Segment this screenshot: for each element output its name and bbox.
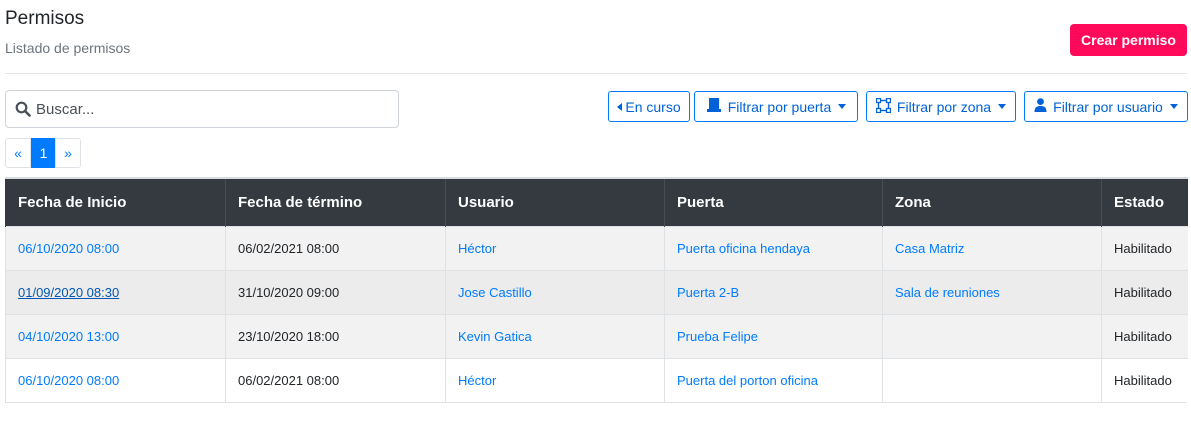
status: Habilitado: [1101, 313, 1188, 358]
door-link[interactable]: Prueba Felipe: [664, 313, 883, 358]
door-link[interactable]: Puerta 2-B: [664, 269, 883, 314]
page-subtitle: Listado de permisos: [5, 40, 131, 56]
filter-zone-label: Filtrar por zona: [896, 98, 992, 115]
start-date-link[interactable]: 01/09/2020 08:30: [5, 269, 226, 314]
filter-door-label: Filtrar por puerta: [727, 98, 832, 115]
table-header-row: Fecha de Inicio Fecha de término Usuario…: [5, 177, 1188, 226]
door-link[interactable]: Puerta oficina hendaya: [664, 225, 883, 270]
page-prev[interactable]: «: [5, 138, 31, 168]
column-header-puerta[interactable]: Puerta: [664, 177, 883, 226]
table-row: 04/10/2020 13:00 23/10/2020 18:00 Kevin …: [5, 313, 1188, 358]
user-link[interactable]: Jose Castillo: [445, 269, 665, 314]
caret-down-icon: [838, 104, 847, 109]
table-row: 01/09/2020 08:30 31/10/2020 09:00 Jose C…: [5, 269, 1188, 314]
page-title: Permisos: [5, 8, 85, 29]
permissions-table: Fecha de Inicio Fecha de término Usuario…: [5, 177, 1188, 403]
caret-down-icon: [998, 104, 1007, 109]
column-header-termino[interactable]: Fecha de término: [225, 177, 446, 226]
user-icon: [1034, 98, 1047, 115]
user-link[interactable]: Héctor: [445, 225, 665, 270]
zone-link[interactable]: Casa Matriz: [882, 225, 1102, 270]
end-date: 06/02/2021 08:00: [225, 357, 446, 402]
door-icon: [706, 98, 722, 115]
caret-down-icon: [1169, 104, 1178, 109]
end-date: 06/02/2021 08:00: [225, 225, 446, 270]
end-date: 23/10/2020 18:00: [225, 313, 446, 358]
end-date: 31/10/2020 09:00: [225, 269, 446, 314]
column-header-usuario[interactable]: Usuario: [445, 177, 665, 226]
column-header-zona[interactable]: Zona: [882, 177, 1102, 226]
zone-link[interactable]: [882, 357, 1102, 402]
filter-user-button[interactable]: Filtrar por usuario: [1024, 91, 1188, 122]
zone-link[interactable]: Sala de reuniones: [882, 269, 1102, 314]
filter-user-label: Filtrar por usuario: [1053, 98, 1163, 115]
user-link[interactable]: Héctor: [445, 357, 665, 402]
search-input[interactable]: [36, 100, 386, 118]
en-curso-button[interactable]: En curso: [608, 91, 690, 122]
start-date-link[interactable]: 06/10/2020 08:00: [5, 357, 226, 402]
user-link[interactable]: Kevin Gatica: [445, 313, 665, 358]
caret-left-icon: [617, 102, 623, 111]
create-permission-button[interactable]: Crear permiso: [1070, 24, 1187, 56]
column-header-inicio[interactable]: Fecha de Inicio: [5, 177, 226, 226]
page-current[interactable]: 1: [31, 138, 56, 168]
header-divider: [5, 73, 1187, 74]
en-curso-label: En curso: [625, 98, 681, 115]
table-row: 06/10/2020 08:00 06/02/2021 08:00 Héctor…: [5, 225, 1188, 270]
search-box: [5, 90, 399, 128]
door-link[interactable]: Puerta del porton oficina: [664, 357, 883, 402]
status: Habilitado: [1101, 269, 1188, 314]
zone-icon: [875, 97, 892, 116]
filter-zone-button[interactable]: Filtrar por zona: [866, 91, 1016, 122]
page-next[interactable]: »: [55, 138, 81, 168]
status: Habilitado: [1101, 225, 1188, 270]
zone-link[interactable]: [882, 313, 1102, 358]
start-date-link[interactable]: 04/10/2020 13:00: [5, 313, 226, 358]
status: Habilitado: [1101, 357, 1188, 402]
filter-door-button[interactable]: Filtrar por puerta: [694, 91, 858, 122]
table-row: 06/10/2020 08:00 06/02/2021 08:00 Héctor…: [5, 357, 1188, 402]
pagination: « 1 »: [5, 138, 81, 168]
search-icon: [6, 101, 36, 117]
start-date-link[interactable]: 06/10/2020 08:00: [5, 225, 226, 270]
column-header-estado[interactable]: Estado: [1101, 177, 1188, 226]
